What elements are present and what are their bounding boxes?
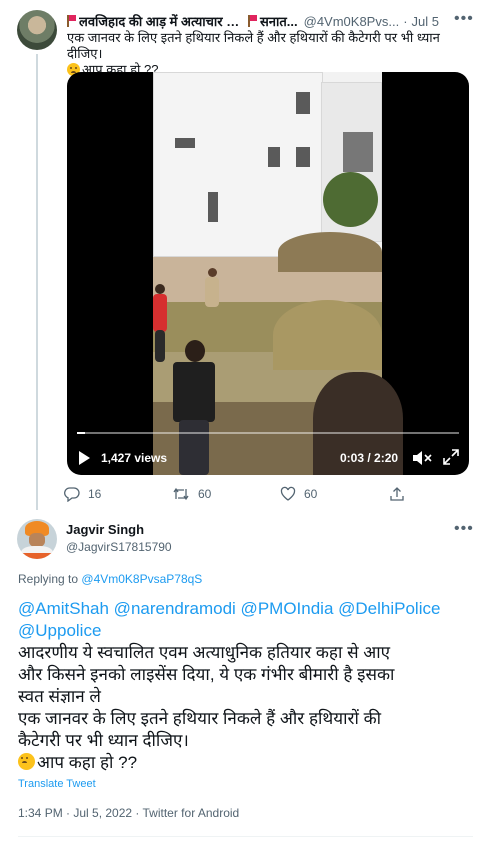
tweet-timestamp[interactable]: 1:34 PM · Jul 5, 2022 · Twitter for Andr… [18, 806, 239, 820]
mentions-line[interactable]: @Uppolice [18, 620, 478, 642]
separator-dot: · [403, 13, 408, 29]
video-progress-bar[interactable] [77, 432, 459, 434]
retweet-button[interactable]: 60 [172, 486, 211, 502]
reply-text-line: कैटेगरी पर भी ध्यान दीजिए। [18, 731, 189, 750]
author-handle[interactable]: @4Vm0K8Pvs... [304, 14, 400, 29]
share-icon [390, 487, 404, 501]
translate-tweet-link[interactable]: Translate Tweet [18, 778, 96, 790]
video-progress-fill [77, 432, 85, 434]
reply-text-line: और किसने इनको लाइसेंस दिया, ये एक गंभीर … [18, 665, 395, 684]
heart-icon [280, 486, 296, 501]
reply-author-name[interactable]: Jagvir Singh [66, 522, 144, 537]
reply-author-avatar[interactable] [17, 519, 57, 559]
more-options-icon[interactable]: ••• [454, 10, 474, 28]
share-button[interactable] [389, 486, 413, 502]
like-button[interactable]: 60 [280, 486, 317, 502]
tree [323, 172, 378, 227]
tweet-text-line: एक जानवर के लिए इतने हथियार निकले हैं और… [67, 30, 440, 61]
view-count: 1,427 views [101, 451, 168, 465]
reply-text-line: स्वत संज्ञान ले [18, 687, 101, 706]
video-player[interactable]: 1,427 views 0:03 / 2:20 [67, 72, 469, 475]
replying-to-link[interactable]: @4Vm0K8PvsaP78qS [81, 572, 202, 586]
tweet-header: लवजिहाद की आड़ में अत्याचार क्यो सनात...… [67, 12, 439, 30]
window [296, 92, 310, 114]
retweet-icon [173, 487, 189, 501]
replying-to: Replying to @4Vm0K8PvsaP78qS [18, 572, 202, 586]
play-icon[interactable] [79, 451, 90, 465]
parent-tweet[interactable]: लवजिहाद की आड़ में अत्याचार क्यो सनात...… [0, 0, 489, 510]
mute-icon[interactable] [412, 450, 432, 466]
reply-text-last: आप कहा हो ?? [37, 753, 138, 772]
divider [18, 836, 473, 837]
reply-text-line: आदरणीय ये स्वचालित एवम अत्याधुनिक हतियार… [18, 643, 391, 662]
red-flag-icon [67, 15, 76, 27]
tweet-text: एक जानवर के लिए इतने हथियार निकले हैं और… [67, 30, 472, 78]
video-time: 0:03 / 2:20 [340, 451, 399, 465]
reply-button[interactable]: 16 [64, 486, 101, 502]
dirt-mound [273, 300, 382, 370]
crying-face-emoji [18, 753, 35, 770]
retweet-count: 60 [198, 487, 212, 501]
window [175, 138, 195, 148]
reply-bubble-icon [64, 487, 80, 502]
reply-text-line: आप कहा हो ?? [18, 752, 478, 774]
tweet-actions: 16 60 60 [64, 486, 464, 502]
window [268, 147, 280, 167]
tweet-date[interactable]: Jul 5 [412, 14, 439, 29]
dirt-mound [278, 232, 382, 272]
replying-prefix: Replying to [18, 572, 79, 586]
reply-text: @AmitShah @narendramodi @PMOIndia @Delhi… [18, 598, 478, 774]
author-name-tail[interactable]: सनात... [260, 12, 298, 30]
thread-line [36, 54, 38, 510]
video-frame [153, 72, 403, 475]
red-flag-icon [248, 15, 257, 27]
author-name[interactable]: लवजिहाद की आड़ में अत्याचार क्यो [79, 12, 244, 30]
reply-count: 16 [88, 487, 102, 501]
mentions-line[interactable]: @AmitShah @narendramodi @PMOIndia @Delhi… [18, 598, 478, 620]
like-count: 60 [304, 487, 318, 501]
door [208, 192, 218, 222]
window [343, 132, 373, 172]
author-avatar[interactable] [17, 10, 57, 50]
fullscreen-icon[interactable] [443, 449, 459, 465]
more-options-icon[interactable]: ••• [454, 520, 474, 538]
reply-author-handle[interactable]: @JagvirS17815790 [66, 540, 172, 554]
window [296, 147, 310, 167]
reply-text-line: एक जानवर के लिए इतने हथियार निकले हैं और… [18, 709, 382, 728]
